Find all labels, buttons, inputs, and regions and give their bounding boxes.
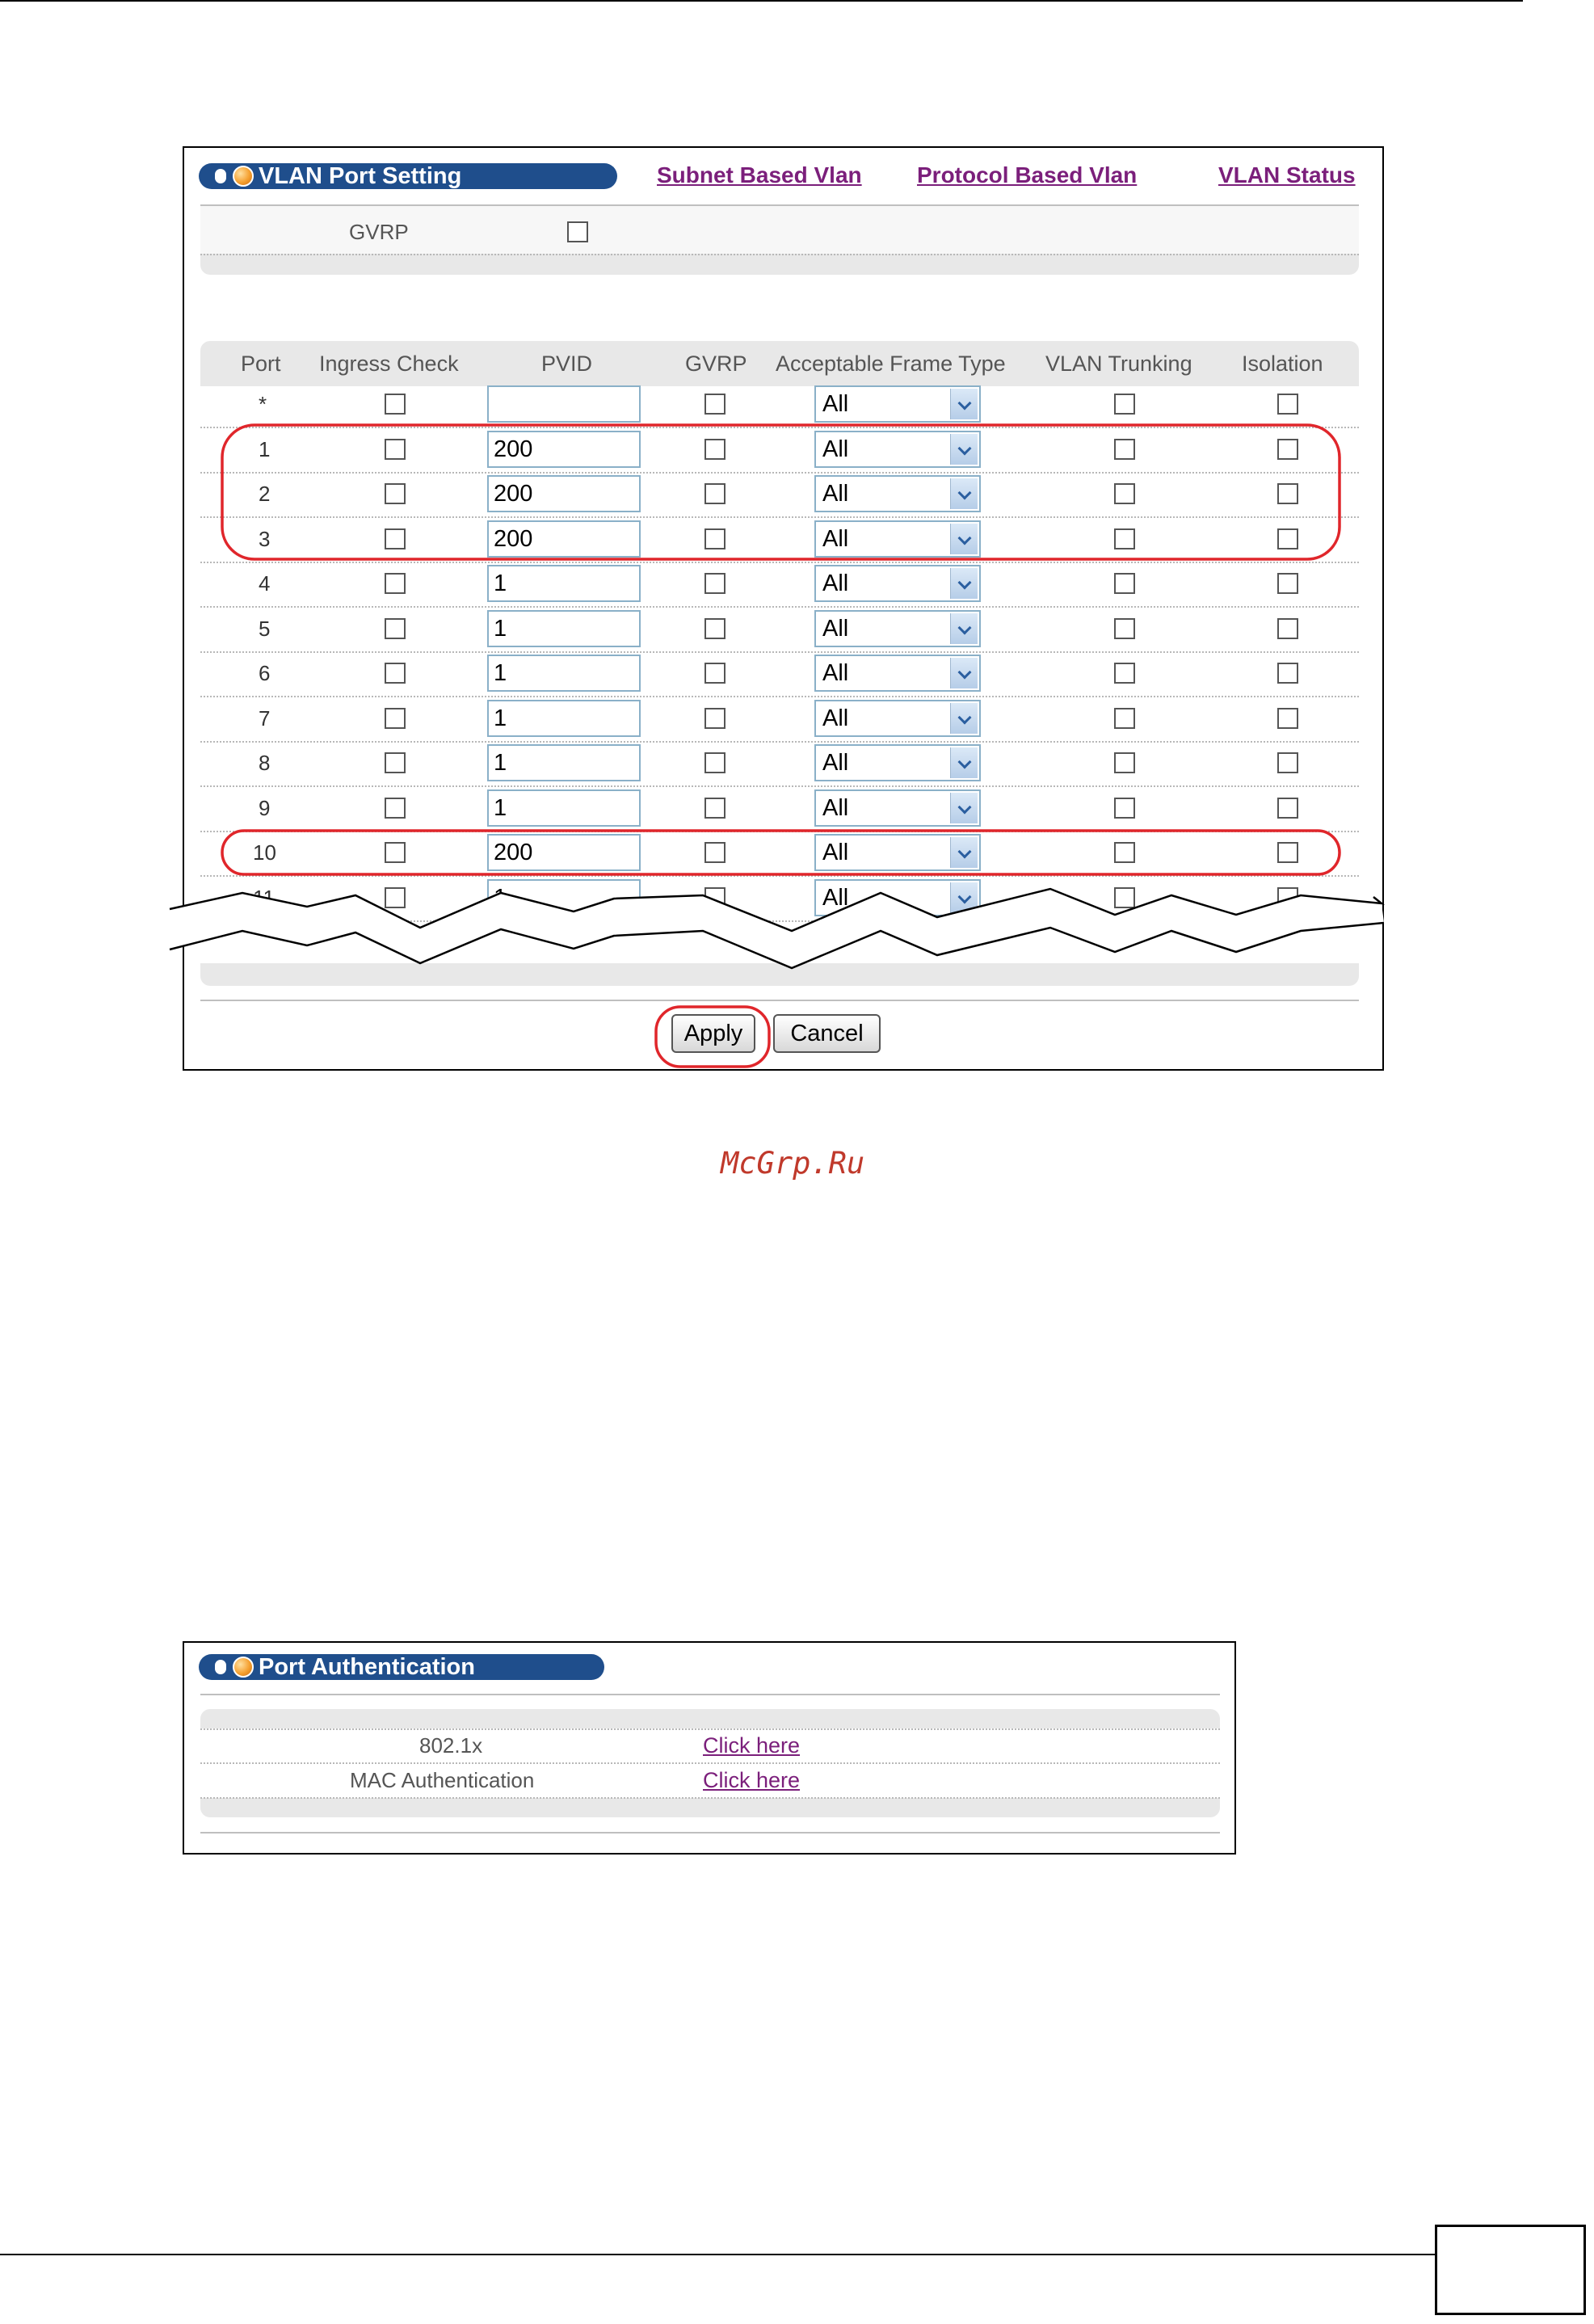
port-auth-top-line (200, 1694, 1220, 1695)
auth-8021x-link[interactable]: Click here (703, 1733, 800, 1758)
orb-tail (215, 1660, 226, 1674)
torn-break (170, 889, 1384, 968)
port-auth-divider-2 (200, 1762, 1220, 1764)
bottom-rule (0, 2254, 1446, 2255)
highlight-port-10 (221, 829, 1341, 876)
highlight-ports-1-3 (221, 423, 1341, 561)
auth-mac-link[interactable]: Click here (703, 1768, 800, 1793)
orb-icon (233, 1657, 254, 1678)
auth-8021x-label: 802.1x (419, 1733, 483, 1758)
page-number-box (1435, 2225, 1586, 2315)
port-auth-band-top (200, 1709, 1220, 1728)
port-auth-bottom-line (200, 1832, 1220, 1834)
auth-mac-label: MAC Authentication (350, 1768, 535, 1792)
port-auth-band-bottom (200, 1798, 1220, 1817)
port-auth-divider-1 (200, 1728, 1220, 1730)
port-authentication-header: Port Authentication (199, 1654, 604, 1680)
port-authentication-title: Port Authentication (259, 1654, 475, 1680)
watermark: McGrp.Ru (721, 1146, 865, 1181)
highlight-apply-button (654, 1005, 771, 1068)
port-auth-divider-3 (200, 1797, 1220, 1799)
